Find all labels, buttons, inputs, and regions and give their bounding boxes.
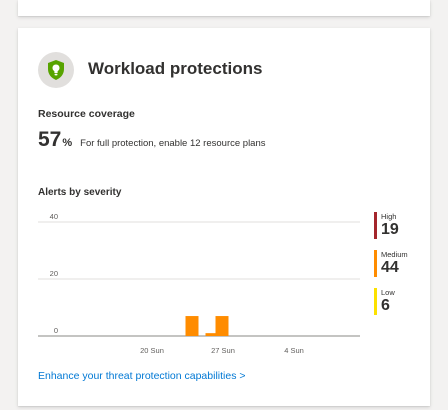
enhance-threat-protection-link[interactable]: Enhance your threat protection capabilit… [38,370,246,382]
x-tick-label: 27 Sun [211,346,235,355]
chart-bar[interactable] [215,316,229,336]
legend-medium-value: 44 [381,259,399,276]
x-tick-label: 4 Sun [284,346,304,355]
y-tick-label: 0 [54,326,58,335]
legend-low-color [374,288,377,315]
y-tick-label: 40 [50,212,58,221]
legend-low-value: 6 [381,297,390,314]
alerts-chart: 40 20 0 20 Sun 27 Sun 4 Sun [38,212,360,355]
legend-medium-color [374,250,377,277]
workload-protections-card: Workload protections Resource coverage 5… [18,28,430,406]
y-tick-label: 20 [50,269,58,278]
legend-medium-label: Medium [381,250,408,259]
previous-card [18,0,430,16]
chart-bar[interactable] [185,316,199,336]
legend-low-label: Low [381,288,395,297]
legend-high-value: 19 [381,221,399,238]
legend-high-color [374,212,377,239]
x-tick-label: 20 Sun [140,346,164,355]
legend-high-label: High [381,212,397,221]
